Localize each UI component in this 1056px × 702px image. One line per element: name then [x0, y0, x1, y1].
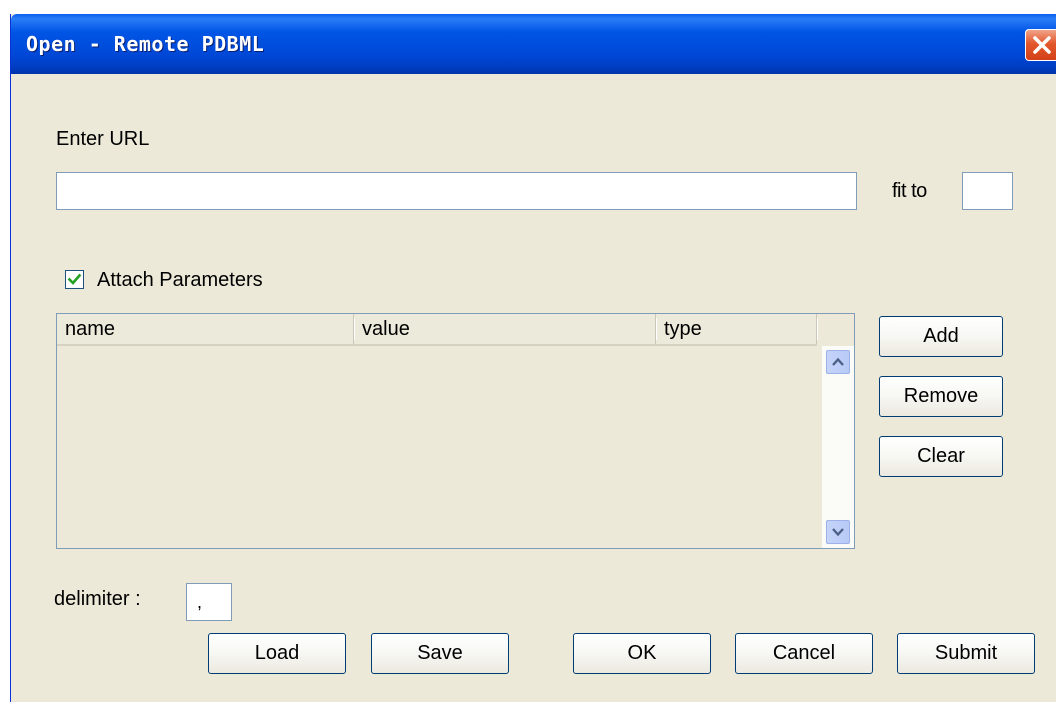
ok-button[interactable]: OK [573, 633, 711, 674]
column-header-name[interactable]: name [57, 314, 355, 344]
fit-to-label: fit to [892, 180, 927, 202]
column-header-type[interactable]: type [656, 314, 818, 344]
save-button[interactable]: Save [371, 633, 509, 674]
load-button[interactable]: Load [208, 633, 346, 674]
window-title: Open - Remote PDBML [26, 32, 265, 56]
close-icon [1033, 36, 1051, 54]
table-scrollbar[interactable] [822, 346, 854, 548]
submit-button[interactable]: Submit [897, 633, 1035, 674]
scroll-down-button[interactable] [826, 520, 850, 544]
dialog-window: Open - Remote PDBML Enter URL fit to Att… [10, 14, 1056, 702]
close-button[interactable] [1025, 29, 1056, 61]
enter-url-label: Enter URL [56, 128, 150, 150]
add-button[interactable]: Add [879, 316, 1003, 357]
chevron-down-icon [832, 528, 844, 537]
url-input[interactable] [56, 172, 857, 210]
parameters-table[interactable]: name value type [56, 313, 855, 549]
remove-button[interactable]: Remove [879, 376, 1003, 417]
attach-parameters-label: Attach Parameters [97, 269, 263, 291]
cancel-button[interactable]: Cancel [735, 633, 873, 674]
clear-button[interactable]: Clear [879, 436, 1003, 477]
delimiter-input[interactable] [186, 583, 232, 621]
checkmark-icon [67, 273, 82, 285]
delimiter-label: delimiter : [54, 588, 141, 610]
table-header: name value type [57, 314, 818, 346]
attach-parameters-checkbox[interactable] [65, 270, 84, 289]
title-bar[interactable]: Open - Remote PDBML [11, 14, 1056, 74]
chevron-up-icon [832, 357, 844, 366]
fit-to-input[interactable] [962, 172, 1013, 210]
column-header-value[interactable]: value [354, 314, 657, 344]
scroll-up-button[interactable] [826, 350, 850, 374]
